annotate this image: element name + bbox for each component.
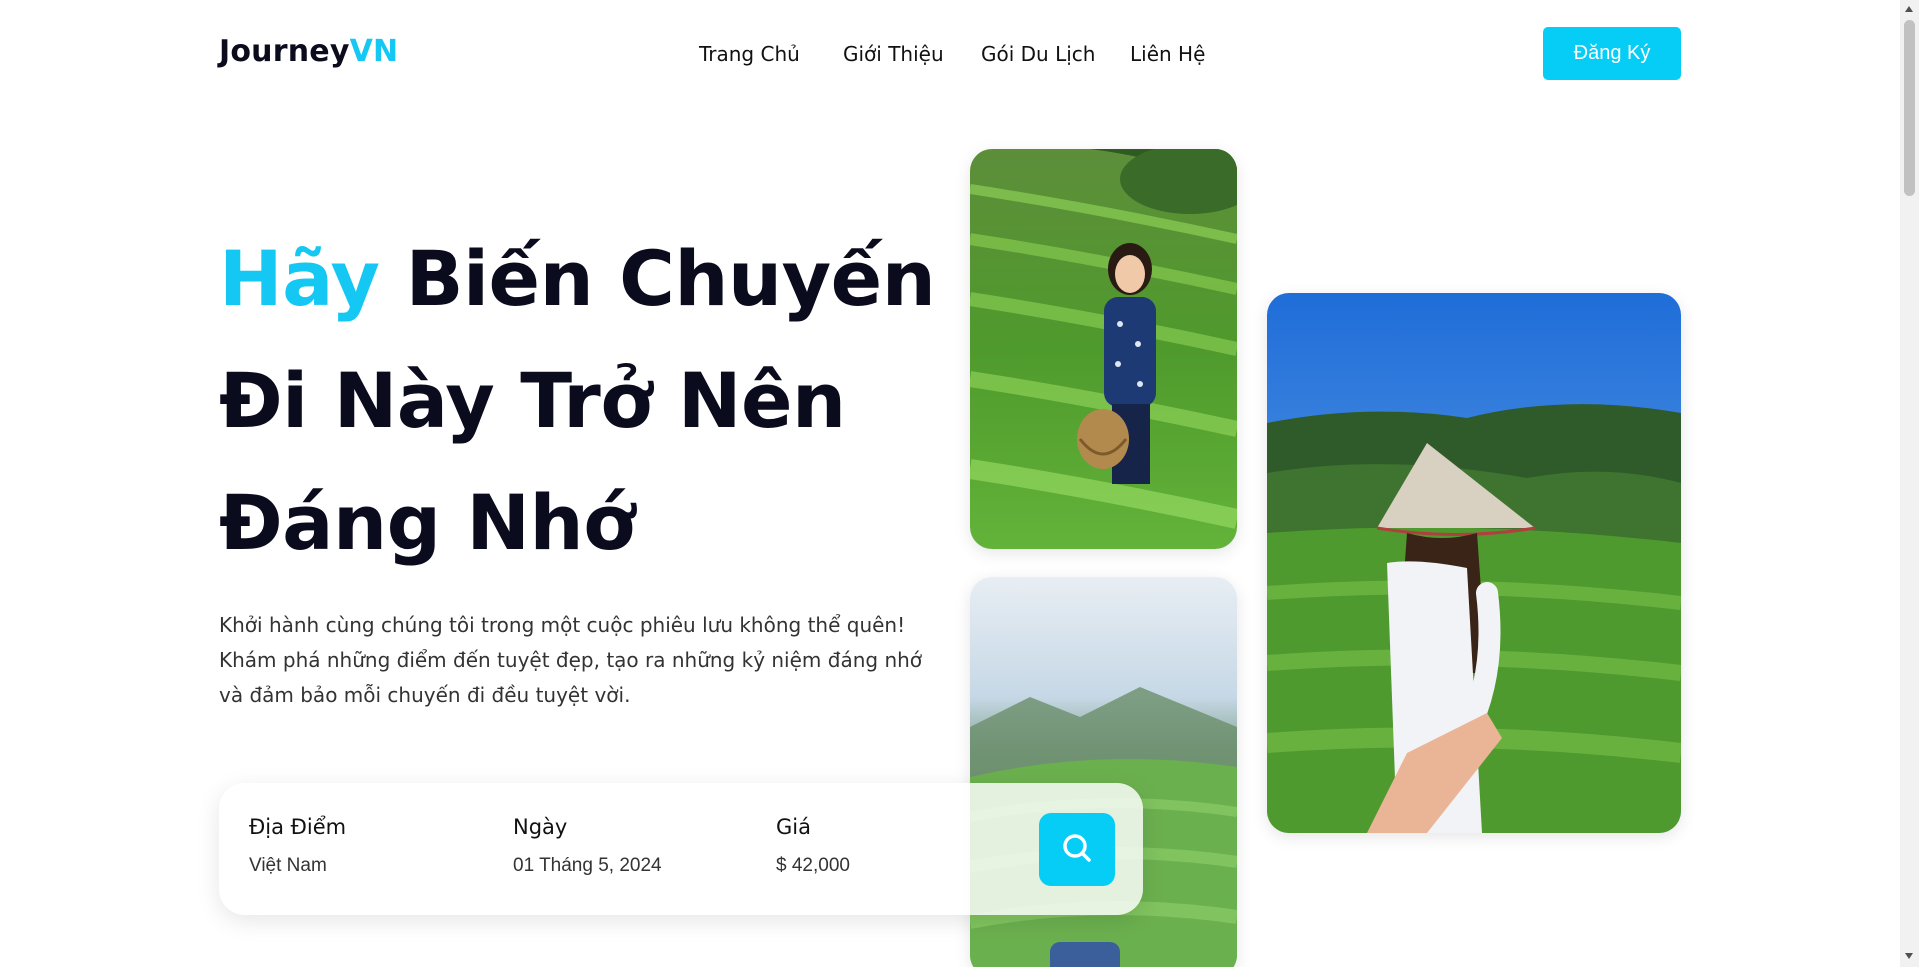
price-field[interactable]: Giá $ 42,000	[776, 815, 850, 877]
hero-line2: Đi Này Trở Nên	[219, 356, 846, 445]
location-value[interactable]: Việt Nam	[249, 855, 346, 877]
hero-description-line: và đảm bảo mỗi chuyến đi đều tuyệt vời.	[219, 683, 631, 707]
brand-logo-part2: VN	[349, 34, 399, 69]
photo-woman-conical-hat	[1267, 293, 1681, 833]
page-scrollbar[interactable]	[1900, 0, 1919, 967]
date-field[interactable]: Ngày 01 Tháng 5, 2024	[513, 815, 662, 877]
photo-tea-plantation-woman	[970, 149, 1237, 549]
hero-description-line: Khám phá những điểm đến tuyệt đẹp, tạo r…	[219, 648, 923, 672]
search-button[interactable]	[1039, 813, 1115, 886]
search-bar: Địa Điểm Việt Nam Ngày 01 Tháng 5, 2024 …	[219, 783, 1143, 915]
nav-link-home[interactable]: Trang Chủ	[699, 42, 800, 66]
nav-link-about[interactable]: Giới Thiệu	[843, 42, 944, 66]
price-value[interactable]: $ 42,000	[776, 855, 850, 877]
search-icon	[1061, 832, 1093, 868]
hero-heading: Hãy Biến Chuyến Đi Này Trở Nên Đáng Nhớ	[219, 218, 936, 584]
nav-link-packages[interactable]: Gói Du Lịch	[981, 42, 1095, 66]
location-field[interactable]: Địa Điểm Việt Nam	[249, 815, 346, 877]
hero-description-line: Khởi hành cùng chúng tôi trong một cuộc …	[219, 613, 906, 637]
hero-line3: Đáng Nhớ	[219, 478, 635, 567]
scroll-up-arrow-icon[interactable]	[1905, 6, 1913, 12]
location-label: Địa Điểm	[249, 815, 347, 839]
scroll-down-arrow-icon[interactable]	[1905, 953, 1913, 959]
nav-link-contact[interactable]: Liên Hệ	[1130, 42, 1205, 66]
hero-description: Khởi hành cùng chúng tôi trong một cuộc …	[219, 608, 939, 713]
signup-button[interactable]: Đăng Ký	[1543, 27, 1681, 80]
brand-logo[interactable]: JourneyVN	[219, 34, 398, 69]
price-label: Giá	[776, 815, 811, 839]
scroll-thumb[interactable]	[1904, 20, 1915, 196]
hero-line1: Biến Chuyến	[405, 234, 936, 323]
date-label: Ngày	[513, 815, 568, 839]
date-value[interactable]: 01 Tháng 5, 2024	[513, 855, 662, 877]
brand-logo-part1: Journey	[219, 34, 350, 69]
hero-accent-word: Hãy	[219, 234, 380, 323]
